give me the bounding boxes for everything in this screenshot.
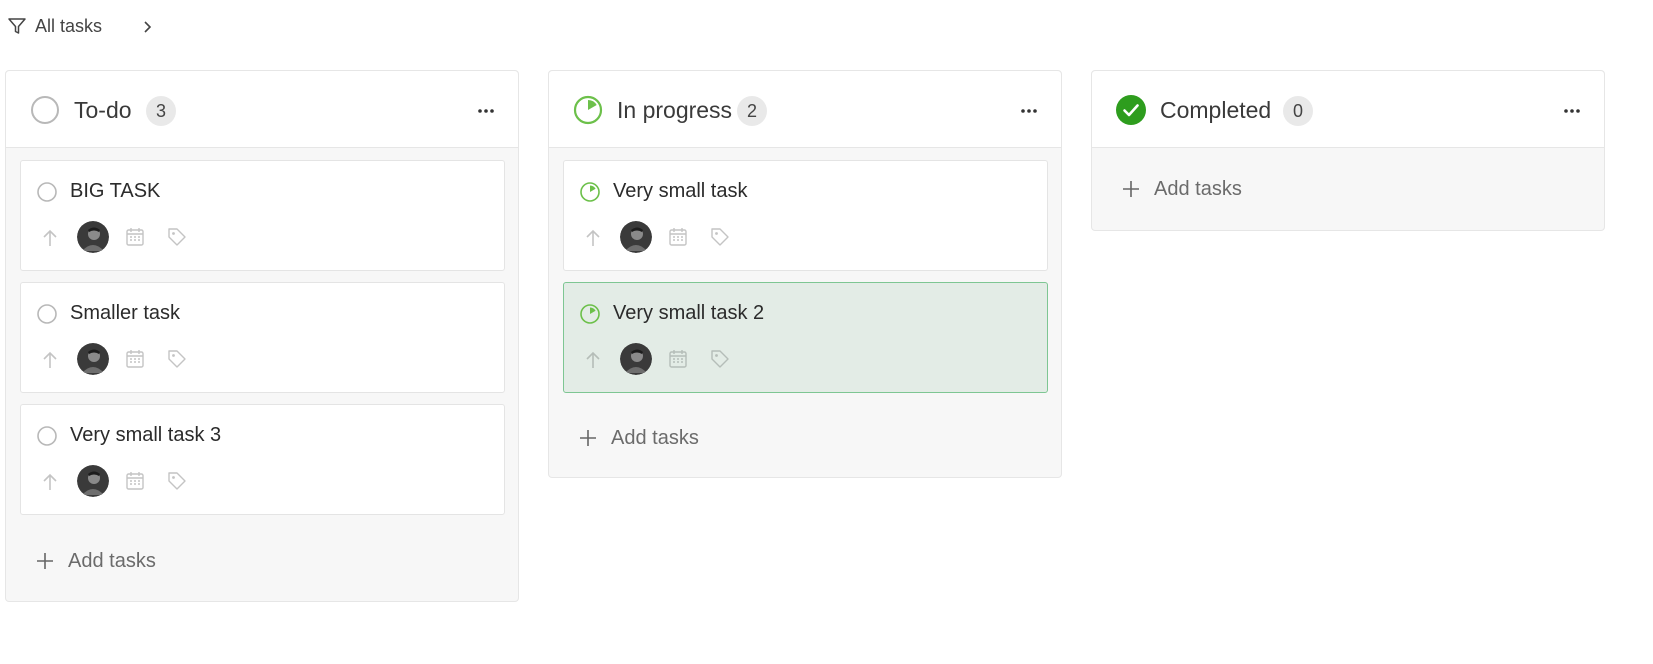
chevron-right-icon (144, 21, 152, 33)
task-title: BIG TASK (70, 180, 161, 202)
assignee-avatar[interactable] (620, 221, 652, 253)
task-card[interactable]: Very small task (563, 160, 1048, 271)
task-card[interactable]: BIG TASK (20, 160, 505, 271)
task-count-badge: 0 (1283, 96, 1313, 126)
assignee-avatar[interactable] (77, 465, 109, 497)
task-status-icon[interactable] (579, 181, 601, 203)
calendar-icon[interactable] (667, 226, 689, 248)
column-header: Completed 0 (1092, 71, 1604, 148)
task-title: Smaller task (70, 302, 181, 324)
add-tasks-label: Add tasks (1154, 177, 1242, 200)
assignee-avatar[interactable] (77, 343, 109, 375)
assignee-avatar[interactable] (77, 221, 109, 253)
arrow-up-icon[interactable] (39, 349, 61, 371)
filter-button[interactable]: All tasks (7, 14, 102, 38)
tag-icon[interactable] (709, 226, 731, 248)
column-completed: Completed 0 Add tasks (1091, 70, 1605, 231)
column-todo: To-do 3 BIG TASK Smaller task Very small… (5, 70, 519, 602)
column-title: In progress (617, 97, 733, 123)
calendar-icon[interactable] (667, 348, 689, 370)
column-title: To-do (74, 97, 132, 123)
add-tasks-label: Add tasks (611, 426, 699, 449)
add-tasks-label: Add tasks (68, 549, 156, 572)
column-more-button[interactable] (474, 100, 498, 122)
task-card-selected[interactable]: Very small task 2 (563, 282, 1048, 393)
filter-icon (8, 18, 26, 34)
not-started-status-icon (31, 96, 59, 124)
column-in-progress: In progress 2 Very small task Very small… (548, 70, 1062, 478)
task-title: Very small task 2 (613, 302, 765, 324)
more-horizontal-icon (1021, 109, 1037, 113)
arrow-up-icon[interactable] (39, 227, 61, 249)
calendar-icon[interactable] (124, 348, 146, 370)
task-title: Very small task 3 (70, 424, 222, 446)
calendar-icon[interactable] (124, 226, 146, 248)
task-card[interactable]: Very small task 3 (20, 404, 505, 515)
breadcrumb-expand-button[interactable] (137, 16, 157, 38)
plus-icon (580, 430, 596, 446)
task-status-icon[interactable] (36, 303, 58, 325)
column-title: Completed (1160, 97, 1272, 123)
tag-icon[interactable] (166, 226, 188, 248)
add-tasks-button[interactable]: Add tasks (36, 546, 156, 576)
tag-icon[interactable] (166, 470, 188, 492)
column-header: To-do 3 (6, 71, 518, 148)
arrow-up-icon[interactable] (582, 349, 604, 371)
filter-label: All tasks (35, 15, 103, 36)
plus-icon (1123, 181, 1139, 197)
column-more-button[interactable] (1560, 100, 1584, 122)
more-horizontal-icon (1564, 109, 1580, 113)
column-header: In progress 2 (549, 71, 1061, 148)
more-horizontal-icon (478, 109, 494, 113)
task-status-icon[interactable] (36, 425, 58, 447)
tag-icon[interactable] (709, 348, 731, 370)
task-count-badge: 3 (146, 96, 176, 126)
task-status-icon[interactable] (36, 181, 58, 203)
task-card[interactable]: Smaller task (20, 282, 505, 393)
task-title: Very small task (613, 180, 748, 202)
column-more-button[interactable] (1017, 100, 1041, 122)
add-tasks-button[interactable]: Add tasks (579, 423, 699, 453)
toolbar: All tasks (0, 0, 1653, 52)
tag-icon[interactable] (166, 348, 188, 370)
task-count-badge: 2 (737, 96, 767, 126)
in-progress-status-icon (573, 95, 603, 125)
task-status-icon[interactable] (579, 303, 601, 325)
assignee-avatar[interactable] (620, 343, 652, 375)
completed-status-icon (1116, 95, 1146, 125)
calendar-icon[interactable] (124, 470, 146, 492)
arrow-up-icon[interactable] (582, 227, 604, 249)
arrow-up-icon[interactable] (39, 471, 61, 493)
add-tasks-button[interactable]: Add tasks (1122, 174, 1242, 204)
plus-icon (37, 553, 53, 569)
